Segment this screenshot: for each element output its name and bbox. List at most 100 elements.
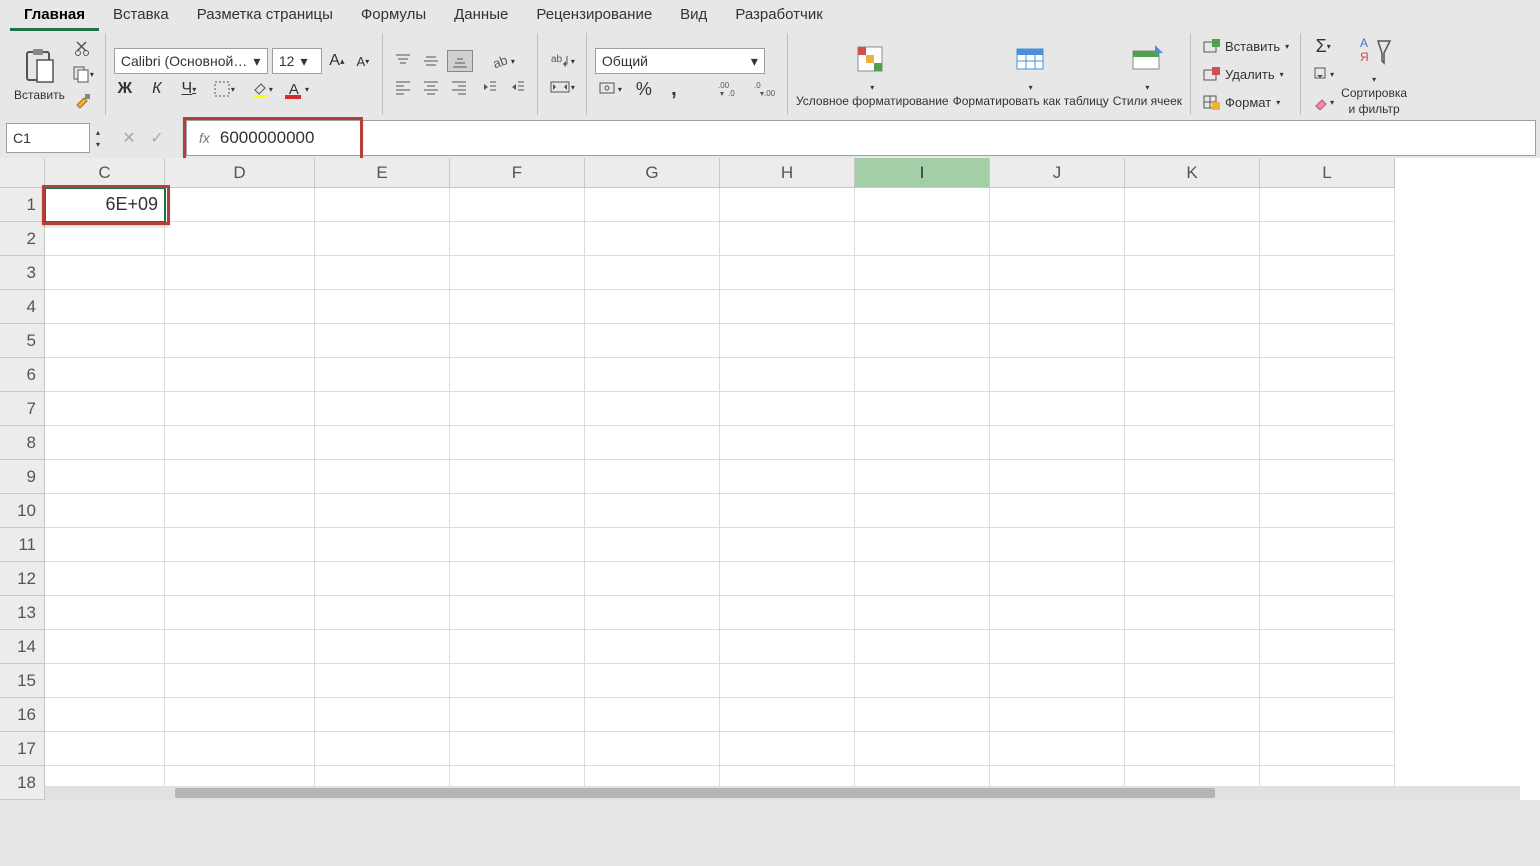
cell-D17[interactable]: [165, 732, 315, 766]
cell-I14[interactable]: [855, 630, 990, 664]
cell-I12[interactable]: [855, 562, 990, 596]
cell-C5[interactable]: [45, 324, 165, 358]
cell-I15[interactable]: [855, 664, 990, 698]
cell-C15[interactable]: [45, 664, 165, 698]
cell-G17[interactable]: [585, 732, 720, 766]
cell-K5[interactable]: [1125, 324, 1260, 358]
cell-K8[interactable]: [1125, 426, 1260, 460]
cell-J7[interactable]: [990, 392, 1125, 426]
cell-K10[interactable]: [1125, 494, 1260, 528]
column-header-J[interactable]: J: [990, 158, 1125, 188]
column-header-H[interactable]: H: [720, 158, 855, 188]
row-header-13[interactable]: 13: [0, 596, 45, 630]
row-header-10[interactable]: 10: [0, 494, 45, 528]
cell-E14[interactable]: [315, 630, 450, 664]
column-header-G[interactable]: G: [585, 158, 720, 188]
format-cells-button[interactable]: Формат▾: [1199, 91, 1292, 113]
decrease-decimal-button[interactable]: .0.00: [751, 78, 779, 100]
cell-J2[interactable]: [990, 222, 1125, 256]
cell-D16[interactable]: [165, 698, 315, 732]
orientation-button[interactable]: ab▾: [477, 50, 529, 72]
cell-L9[interactable]: [1260, 460, 1395, 494]
cell-I7[interactable]: [855, 392, 990, 426]
cell-G7[interactable]: [585, 392, 720, 426]
cell-L2[interactable]: [1260, 222, 1395, 256]
wrap-text-button[interactable]: ab▾: [546, 50, 578, 72]
tab-data[interactable]: Данные: [440, 2, 522, 31]
cell-E4[interactable]: [315, 290, 450, 324]
cell-H12[interactable]: [720, 562, 855, 596]
cell-H11[interactable]: [720, 528, 855, 562]
cut-button[interactable]: [69, 37, 97, 59]
cell-G11[interactable]: [585, 528, 720, 562]
row-header-17[interactable]: 17: [0, 732, 45, 766]
cell-K17[interactable]: [1125, 732, 1260, 766]
row-header-12[interactable]: 12: [0, 562, 45, 596]
tab-home[interactable]: Главная: [10, 2, 99, 31]
cell-E16[interactable]: [315, 698, 450, 732]
cell-F2[interactable]: [450, 222, 585, 256]
cell-K3[interactable]: [1125, 256, 1260, 290]
cell-G13[interactable]: [585, 596, 720, 630]
row-header-9[interactable]: 9: [0, 460, 45, 494]
cell-L7[interactable]: [1260, 392, 1395, 426]
cell-C4[interactable]: [45, 290, 165, 324]
column-header-D[interactable]: D: [165, 158, 315, 188]
cell-J15[interactable]: [990, 664, 1125, 698]
percent-button[interactable]: %: [633, 78, 655, 100]
cell-L16[interactable]: [1260, 698, 1395, 732]
cell-G15[interactable]: [585, 664, 720, 698]
cell-H7[interactable]: [720, 392, 855, 426]
comma-button[interactable]: ,: [663, 78, 685, 100]
cell-G4[interactable]: [585, 290, 720, 324]
row-header-5[interactable]: 5: [0, 324, 45, 358]
cell-C2[interactable]: [45, 222, 165, 256]
tab-page-layout[interactable]: Разметка страницы: [183, 2, 347, 31]
cell-D1[interactable]: [165, 188, 315, 222]
cell-F15[interactable]: [450, 664, 585, 698]
cell-F14[interactable]: [450, 630, 585, 664]
cell-C10[interactable]: [45, 494, 165, 528]
cell-G16[interactable]: [585, 698, 720, 732]
cell-D4[interactable]: [165, 290, 315, 324]
conditional-formatting-button[interactable]: ▾ Условное форматирование: [796, 41, 949, 108]
cell-H8[interactable]: [720, 426, 855, 460]
cell-J4[interactable]: [990, 290, 1125, 324]
cell-F4[interactable]: [450, 290, 585, 324]
cell-F17[interactable]: [450, 732, 585, 766]
cell-L14[interactable]: [1260, 630, 1395, 664]
cell-C1[interactable]: 6E+09: [45, 188, 165, 222]
cell-H5[interactable]: [720, 324, 855, 358]
cell-F13[interactable]: [450, 596, 585, 630]
decrease-indent-button[interactable]: [477, 76, 501, 98]
align-middle-button[interactable]: [419, 50, 443, 72]
row-header-16[interactable]: 16: [0, 698, 45, 732]
cell-L12[interactable]: [1260, 562, 1395, 596]
cell-I4[interactable]: [855, 290, 990, 324]
cell-C11[interactable]: [45, 528, 165, 562]
borders-button[interactable]: ▾: [210, 78, 238, 100]
fill-button[interactable]: ▾: [1309, 63, 1337, 85]
cell-K12[interactable]: [1125, 562, 1260, 596]
cell-K6[interactable]: [1125, 358, 1260, 392]
cell-E13[interactable]: [315, 596, 450, 630]
cell-J13[interactable]: [990, 596, 1125, 630]
cell-H6[interactable]: [720, 358, 855, 392]
cell-L1[interactable]: [1260, 188, 1395, 222]
cell-I6[interactable]: [855, 358, 990, 392]
cell-C9[interactable]: [45, 460, 165, 494]
cell-H17[interactable]: [720, 732, 855, 766]
cell-F6[interactable]: [450, 358, 585, 392]
cell-E3[interactable]: [315, 256, 450, 290]
cell-G14[interactable]: [585, 630, 720, 664]
cell-I5[interactable]: [855, 324, 990, 358]
cell-J3[interactable]: [990, 256, 1125, 290]
cell-L3[interactable]: [1260, 256, 1395, 290]
cell-E12[interactable]: [315, 562, 450, 596]
cell-D13[interactable]: [165, 596, 315, 630]
cell-G8[interactable]: [585, 426, 720, 460]
tab-developer[interactable]: Разработчик: [721, 2, 836, 31]
underline-button[interactable]: Ч▾: [178, 78, 200, 100]
cell-K4[interactable]: [1125, 290, 1260, 324]
font-size-dropdown[interactable]: 12▾: [272, 48, 322, 74]
